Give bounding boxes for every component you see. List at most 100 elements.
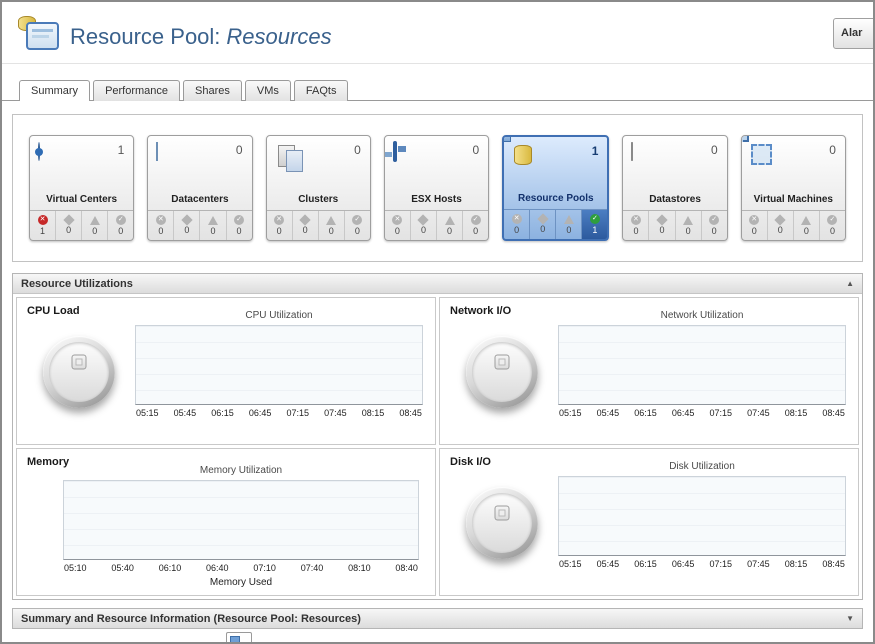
- gauge-badge-icon: [495, 505, 510, 520]
- tab-bar: Summary Performance Shares VMs FAQts: [2, 64, 873, 101]
- status-critical: 0: [174, 211, 200, 240]
- status-warning: 0: [676, 211, 702, 240]
- tab-faqts[interactable]: FAQts: [294, 80, 349, 101]
- warning-icon: [564, 215, 574, 224]
- status-critical: 0: [293, 211, 319, 240]
- warning-icon: [208, 216, 218, 225]
- chart-title: CPU Utilization: [135, 310, 423, 321]
- fatal-icon: [156, 215, 166, 225]
- critical-icon: [537, 213, 548, 224]
- critical-icon: [300, 214, 311, 225]
- tile-count: 0: [236, 143, 243, 157]
- tile-virtual-machines[interactable]: 0 Virtual Machines 0 0 0 0: [741, 135, 846, 241]
- resource-utilizations-section: Resource Utilizations ▲ CPU Load CPU Uti…: [12, 273, 863, 600]
- chart-title: Network Utilization: [558, 310, 846, 321]
- datacenters-icon: [156, 142, 158, 161]
- status-normal: 0: [227, 211, 252, 240]
- tile-datacenters[interactable]: 0 Datacenters 0 0 0 0: [147, 135, 252, 241]
- tile-label: Virtual Centers: [30, 194, 133, 210]
- tile-label: Resource Pools: [504, 193, 607, 209]
- status-row: 0 0 0 0: [267, 210, 370, 240]
- x-axis-ticks: 05:1005:4006:1006:4007:1007:4008:1008:40: [63, 563, 419, 573]
- status-row: 0 0 0 0: [385, 210, 488, 240]
- x-axis-ticks: 05:1505:4506:1506:4507:1507:4508:1508:45: [135, 408, 423, 418]
- cpu-chart: CPU Utilization 05:1505:4506:1506:4507:1…: [135, 310, 423, 418]
- esx-hosts-icon: [393, 141, 397, 162]
- cpu-gauge: [43, 336, 115, 408]
- tile-count: 0: [829, 143, 836, 157]
- warning-icon: [683, 216, 693, 225]
- tile-count: 0: [472, 143, 479, 157]
- section-title: Resource Utilizations: [21, 278, 133, 290]
- panel-title: Network I/O: [450, 305, 511, 317]
- resource-utilizations-header[interactable]: Resource Utilizations ▲: [13, 274, 862, 294]
- panel-title: CPU Load: [27, 305, 80, 317]
- chart-plot-area: [558, 476, 846, 556]
- alarms-button[interactable]: Alar: [833, 18, 875, 49]
- status-critical: 0: [768, 211, 794, 240]
- status-critical: 0: [56, 211, 82, 240]
- status-warning: 0: [200, 211, 226, 240]
- fatal-icon: [392, 215, 402, 225]
- status-normal: 0: [345, 211, 370, 240]
- memory-panel: Memory Memory Utilization 05:1005:4006:1…: [16, 448, 436, 596]
- status-fatal: 0: [385, 211, 411, 240]
- chart-plot-area: [135, 325, 423, 405]
- tile-datastores[interactable]: 0 Datastores 0 0 0 0: [622, 135, 727, 241]
- utilization-panels: CPU Load CPU Utilization 05:1505:4506:15…: [13, 294, 862, 599]
- fatal-icon: [274, 215, 284, 225]
- status-fatal: 0: [148, 211, 174, 240]
- x-axis-ticks: 05:1505:4506:1506:4507:1507:4508:1508:45: [558, 408, 846, 418]
- status-normal: 0: [108, 211, 133, 240]
- tile-clusters[interactable]: 0 Clusters 0 0 0 0: [266, 135, 371, 241]
- status-warning: 0: [82, 211, 108, 240]
- status-normal: 0: [820, 211, 845, 240]
- tile-label: Virtual Machines: [742, 194, 845, 210]
- tile-label: Datacenters: [148, 194, 251, 210]
- tile-label: Datastores: [623, 194, 726, 210]
- network-gauge: [466, 336, 538, 408]
- gauge-badge-icon: [72, 354, 87, 369]
- chart-title: Memory Utilization: [63, 465, 419, 476]
- fatal-icon: [512, 214, 522, 224]
- tile-count: 1: [592, 144, 599, 158]
- partial-next-section: [226, 632, 252, 644]
- status-fatal: 0: [742, 211, 768, 240]
- tile-esx-hosts[interactable]: 0 ESX Hosts 0 0 0 0: [384, 135, 489, 241]
- summary-section-header[interactable]: Summary and Resource Information (Resour…: [12, 608, 863, 629]
- tile-virtual-centers[interactable]: 1 Virtual Centers 1 0 0 0: [29, 135, 134, 241]
- tab-vms[interactable]: VMs: [245, 80, 291, 101]
- status-normal: 0: [702, 211, 727, 240]
- normal-icon: [116, 215, 126, 225]
- tile-label: ESX Hosts: [385, 194, 488, 210]
- critical-icon: [181, 214, 192, 225]
- critical-icon: [656, 214, 667, 225]
- tab-performance[interactable]: Performance: [93, 80, 180, 101]
- warning-icon: [801, 216, 811, 225]
- fatal-icon: [749, 215, 759, 225]
- tile-count: 0: [711, 143, 718, 157]
- tab-summary[interactable]: Summary: [19, 80, 90, 101]
- status-fatal: 0: [267, 211, 293, 240]
- disk-gauge: [466, 487, 538, 559]
- inventory-tiles: 1 Virtual Centers 1 0 0 0 0 Datacenters …: [12, 114, 863, 262]
- warning-icon: [326, 216, 336, 225]
- status-fatal: 0: [504, 210, 530, 239]
- virtual-centers-icon: [38, 142, 40, 161]
- status-warning: 0: [794, 211, 820, 240]
- status-row: 1 0 0 0: [30, 210, 133, 240]
- collapse-up-icon[interactable]: ▲: [846, 279, 854, 288]
- page-title-name: Resources: [226, 24, 331, 49]
- tile-resource-pools[interactable]: 1 Resource Pools 0 0 0 1: [502, 135, 609, 241]
- status-normal: 1: [582, 210, 607, 239]
- chevron-down-icon[interactable]: ▼: [846, 614, 854, 623]
- network-chart: Network Utilization 05:1505:4506:1506:45…: [558, 310, 846, 418]
- critical-icon: [418, 214, 429, 225]
- status-critical: 0: [530, 210, 556, 239]
- status-critical: 0: [411, 211, 437, 240]
- datastores-icon: [631, 142, 633, 161]
- chart-plot-area: [63, 480, 419, 560]
- tab-shares[interactable]: Shares: [183, 80, 242, 101]
- status-fatal: 0: [623, 211, 649, 240]
- panel-title: Disk I/O: [450, 456, 491, 468]
